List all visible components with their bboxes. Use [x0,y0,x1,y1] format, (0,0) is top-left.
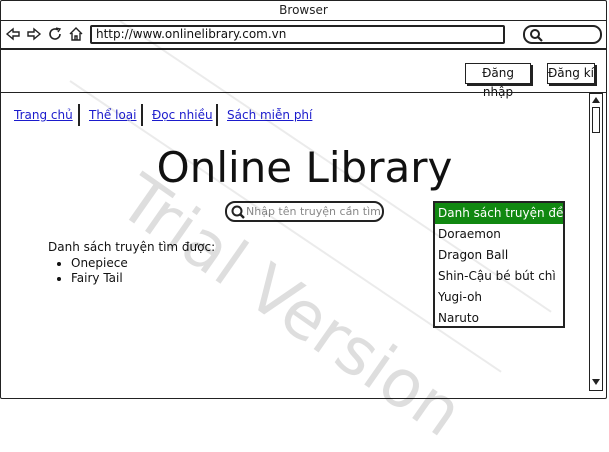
address-bar[interactable]: http://www.onlinelibrary.com.vn [90,25,505,44]
browser-search-input[interactable] [523,25,602,44]
back-icon[interactable] [5,26,21,42]
results-list: Onepiece Fairy Tail [48,256,215,286]
forward-icon[interactable] [26,26,42,42]
browser-toolbar: http://www.onlinelibrary.com.vn [0,21,607,50]
window-title: Browser [0,0,607,21]
scrollbar-thumb[interactable] [592,107,600,133]
recommended-item[interactable]: Dragon Ball [435,245,563,266]
recommended-list: Danh sách truyện đề cử Doraemon Dragon B… [433,201,565,328]
page-title: Online Library [156,143,453,192]
results-heading: Danh sách truyện tìm được: [48,240,216,254]
scroll-down-icon[interactable] [591,378,601,386]
login-button[interactable]: Đăng nhập [465,63,531,99]
recommended-list-heading: Danh sách truyện đề cử [435,203,563,224]
search-icon [530,29,543,42]
search-results: Danh sách truyện tìm được: Onepiece Fair… [48,240,215,286]
search-icon [231,205,245,219]
nav-separator [141,104,143,126]
register-button[interactable]: Đăng kí [547,63,595,84]
recommended-item[interactable]: Doraemon [435,224,563,245]
book-search-input[interactable] [246,204,380,219]
result-item[interactable]: Fairy Tail [71,271,215,286]
nav-link-free-books[interactable]: Sách miễn phí [227,108,312,122]
home-icon[interactable] [68,26,84,42]
nav-separator [216,104,218,126]
reload-icon[interactable] [47,26,63,42]
nav-link-popular[interactable]: Đọc nhiều [152,108,213,122]
nav-link-home[interactable]: Trang chủ [14,108,73,122]
result-item[interactable]: Onepiece [71,256,215,271]
scroll-up-icon[interactable] [591,96,601,104]
book-search-field[interactable] [225,201,384,222]
recommended-item[interactable]: Yugi-oh [435,287,563,308]
vertical-scrollbar[interactable] [589,93,603,391]
recommended-item[interactable]: Shin-Cậu bé bút chì [435,266,563,287]
header-divider [0,92,607,93]
browser-window [0,0,607,399]
nav-separator [78,104,80,126]
recommended-item[interactable]: Naruto [435,308,563,329]
nav-link-categories[interactable]: Thể loại [89,108,137,122]
